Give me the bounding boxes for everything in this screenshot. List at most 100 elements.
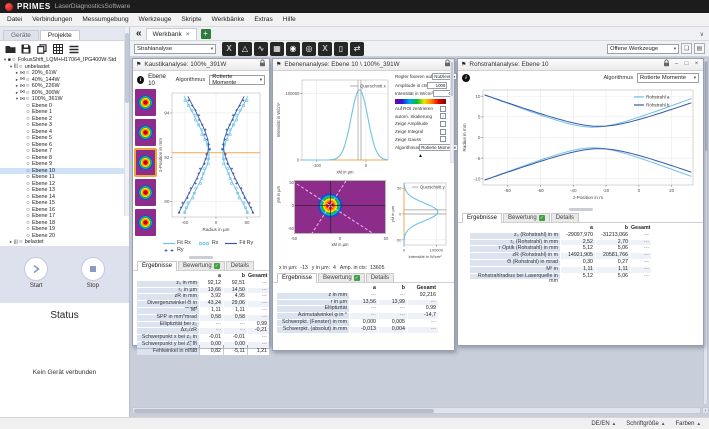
lock-icon[interactable] bbox=[663, 59, 670, 70]
table-row[interactable]: SPP in mm*mrad 0,58 0,58 --- bbox=[137, 314, 269, 321]
beam-map[interactable]: yM in µm 50 0 -50 -50 0 50 xM in µm bbox=[276, 179, 390, 263]
collapse-controls-icon[interactable]: ▲ bbox=[395, 153, 446, 159]
tab-werkbank[interactable]: Werkbank × bbox=[145, 28, 197, 40]
menu-skripte[interactable]: Skripte bbox=[176, 14, 206, 25]
table-row[interactable]: z₀ in mm 92,12 92,51 --- bbox=[137, 280, 269, 287]
copy-icon[interactable] bbox=[36, 43, 48, 55]
menu-messumgebung[interactable]: Messumgebung bbox=[77, 14, 133, 25]
menu-werkzeuge[interactable]: Werkzeuge bbox=[134, 14, 177, 25]
menu-werkbaenke[interactable]: Werkbänke bbox=[207, 14, 250, 25]
ring-tool-icon[interactable]: ◎ bbox=[302, 41, 316, 56]
algorithmus-select[interactable]: Rotierte Momente▾ bbox=[419, 143, 462, 151]
tab-ergebnisse[interactable]: Ergebnisse bbox=[277, 273, 318, 283]
tab-ergebnisse[interactable]: Ergebnisse bbox=[137, 261, 178, 271]
target-tool-icon[interactable]: ◉ bbox=[286, 41, 300, 56]
table-row[interactable]: Θ (Rohstrahl) in mrad 0,30 0,27 --- bbox=[470, 259, 703, 266]
x-offset-tool-icon[interactable]: X bbox=[318, 41, 332, 56]
tab-details[interactable]: Details bbox=[365, 273, 395, 282]
plane-thumbnail[interactable] bbox=[135, 209, 156, 236]
table-row[interactable]: Elliptizität bei z₀ --- --- 0,99 bbox=[137, 321, 269, 328]
tab-bewertung[interactable]: Bewertung ✓ bbox=[503, 213, 550, 222]
tab-bewertung[interactable]: Bewertung ✓ bbox=[318, 273, 365, 282]
list-icon[interactable] bbox=[68, 43, 80, 55]
table-row[interactable]: Schwerpkt. (Fenster) in mm 0,000 0,005 --- bbox=[277, 319, 454, 326]
amplitude-input[interactable]: 1005 bbox=[427, 81, 448, 89]
tab-projekte[interactable]: Projekte bbox=[39, 30, 80, 40]
tree-item[interactable]: ▸ ||| ⚙ belastet bbox=[0, 239, 129, 246]
table-row[interactable]: Schwerpkt. (absolut) in mm -0,013 0,004 --- bbox=[277, 326, 454, 333]
ebenen-window-header[interactable]: ⚑ Ebenenanalyse: Ebene 10 \ 100%_391W bbox=[273, 59, 454, 71]
prism-tool-icon[interactable]: △ bbox=[238, 41, 252, 56]
table-row[interactable]: Divergenzwinkel Θ in mrad43,2429,06--- bbox=[137, 300, 269, 312]
cross-section-x-chart[interactable]: -100 0 0 100000 xM in µm Intensität in W/cm² Q… bbox=[276, 73, 394, 177]
cross-section-y-chart[interactable]: 0 100000 50 0 -50 Intensität in W/cm² yM in µm… bbox=[390, 179, 452, 263]
tree-scrollbar[interactable] bbox=[124, 27, 129, 216]
tab-ergebnisse[interactable]: Ergebnisse bbox=[462, 213, 503, 223]
bars-tool-icon[interactable]: ▯ bbox=[334, 41, 348, 56]
raw-beam-chart[interactable]: -80 -60 -40 -20 0 20 10 5 0 -5 -10 z-Position in m R… bbox=[462, 85, 700, 207]
table-row[interactable]: r₀ in µm 13,66 14,50 --- bbox=[137, 287, 269, 294]
autom-skalierung-checkbox[interactable]: ✓ bbox=[440, 113, 446, 120]
statusbar-colors[interactable]: Farben ▲ bbox=[675, 421, 701, 427]
rohstrahl-algorithm-select[interactable]: Rotierte Momente ▾ bbox=[637, 73, 699, 83]
close-icon[interactable]: × bbox=[693, 61, 700, 68]
statusbar-fontsize[interactable]: Schriftgröße ▲ bbox=[626, 421, 665, 427]
table-row[interactable]: M² in 1,11 1,11 --- bbox=[470, 266, 703, 273]
plane-thumbnail[interactable] bbox=[135, 119, 156, 146]
menu-verbindungen[interactable]: Verbindungen bbox=[27, 14, 77, 25]
caustic-chart[interactable]: -60 0 60 90 92 94 Radius in µm z-Position in mm bbox=[158, 89, 266, 239]
maximize-icon[interactable]: □ bbox=[683, 61, 690, 68]
chevron-down-icon[interactable]: ∨ bbox=[700, 31, 709, 40]
scroll-right-arrow-icon[interactable]: › bbox=[702, 407, 709, 414]
lock-icon[interactable] bbox=[259, 59, 266, 70]
tab-bewertung[interactable]: Bewertung ✓ bbox=[178, 261, 225, 270]
minimize-icon[interactable]: – bbox=[673, 61, 680, 68]
tree-item[interactable]: ▾ ■ ⚙ FokusShift_LQM+H17064_IPG400W-Std bbox=[0, 57, 129, 64]
zeige-integral-checkbox[interactable] bbox=[440, 128, 446, 135]
table-row[interactable]: z in mm --- --- 92,216 bbox=[277, 292, 454, 299]
kaustik-algorithm-select[interactable]: Rotierte Momente ▾ bbox=[209, 74, 265, 86]
controls-scrollbar[interactable] bbox=[450, 59, 454, 163]
splitter-handle[interactable] bbox=[189, 256, 213, 259]
table-row[interactable]: M² 1,11 1,11 --- bbox=[137, 307, 269, 314]
x-axis-tool-icon[interactable]: X bbox=[222, 41, 236, 56]
roi-zentrieren-checkbox[interactable] bbox=[440, 105, 446, 112]
rohstrahl-window-header[interactable]: ⚑ Rohstrahlanalyse: Ebene 10 – □ × bbox=[458, 59, 703, 71]
chart-tool-icon[interactable]: ∿ bbox=[254, 41, 268, 56]
plane-thumbnail[interactable] bbox=[135, 179, 156, 206]
table-row[interactable]: z₀ (Rohstrahl) in m -29097,970 -31213,066-… bbox=[470, 232, 703, 239]
statusbar-language[interactable]: DE/EN ▲ bbox=[591, 421, 616, 427]
close-tab-icon[interactable]: × bbox=[186, 31, 190, 38]
info-icon[interactable]: i bbox=[462, 74, 470, 82]
add-workbench-button[interactable]: + bbox=[200, 29, 211, 39]
start-button[interactable] bbox=[24, 256, 49, 281]
zeige-gauss-checkbox[interactable] bbox=[440, 136, 446, 143]
table-icon[interactable] bbox=[52, 43, 64, 55]
beam-intensity-map[interactable] bbox=[294, 180, 386, 234]
tab-details[interactable]: Details bbox=[550, 213, 580, 222]
window-tile-icon[interactable]: ▤ bbox=[694, 43, 705, 54]
table-row[interactable]: Fehlwinkel in mrad 0,82 -5,11 1,21 bbox=[137, 348, 269, 355]
analysis-type-select[interactable]: Strahlanalyse ▾ bbox=[134, 43, 216, 54]
collapse-sidebar-icon[interactable]: « bbox=[130, 29, 146, 40]
open-tools-select[interactable]: Offene Werkzeuge ▾ bbox=[607, 43, 679, 54]
plane-thumbnail[interactable] bbox=[134, 148, 157, 177]
tab-geraete[interactable]: Geräte bbox=[3, 30, 39, 40]
kaustik-window-header[interactable]: ⚑ Kaustikanalyse: 100%_391W bbox=[133, 59, 269, 71]
menu-datei[interactable]: Datei bbox=[2, 14, 27, 25]
menu-hilfe[interactable]: Hilfe bbox=[278, 14, 301, 25]
menu-extras[interactable]: Extras bbox=[249, 14, 277, 25]
splitter-handle[interactable] bbox=[568, 208, 593, 211]
plane-thumbnail[interactable] bbox=[135, 89, 156, 116]
table-row[interactable]: Rohstrahlradius bei Laserquelle in mm 5,1… bbox=[470, 273, 703, 284]
save-icon[interactable] bbox=[20, 43, 32, 55]
sliders-tool-icon[interactable]: ⇄ bbox=[350, 41, 364, 56]
stop-button[interactable] bbox=[80, 256, 105, 281]
info-icon[interactable]: i bbox=[137, 76, 145, 84]
window-arrange-icon[interactable]: ❏ bbox=[681, 43, 692, 54]
tab-details[interactable]: Details bbox=[225, 261, 255, 270]
zeige-amplitude-checkbox[interactable] bbox=[440, 120, 446, 127]
folder-icon[interactable] bbox=[4, 43, 16, 55]
grid-tool-icon[interactable]: ▦ bbox=[270, 41, 284, 56]
table-row[interactable]: Schwerpunkt y bei z₀ in mm0,000,00--- bbox=[137, 341, 269, 353]
